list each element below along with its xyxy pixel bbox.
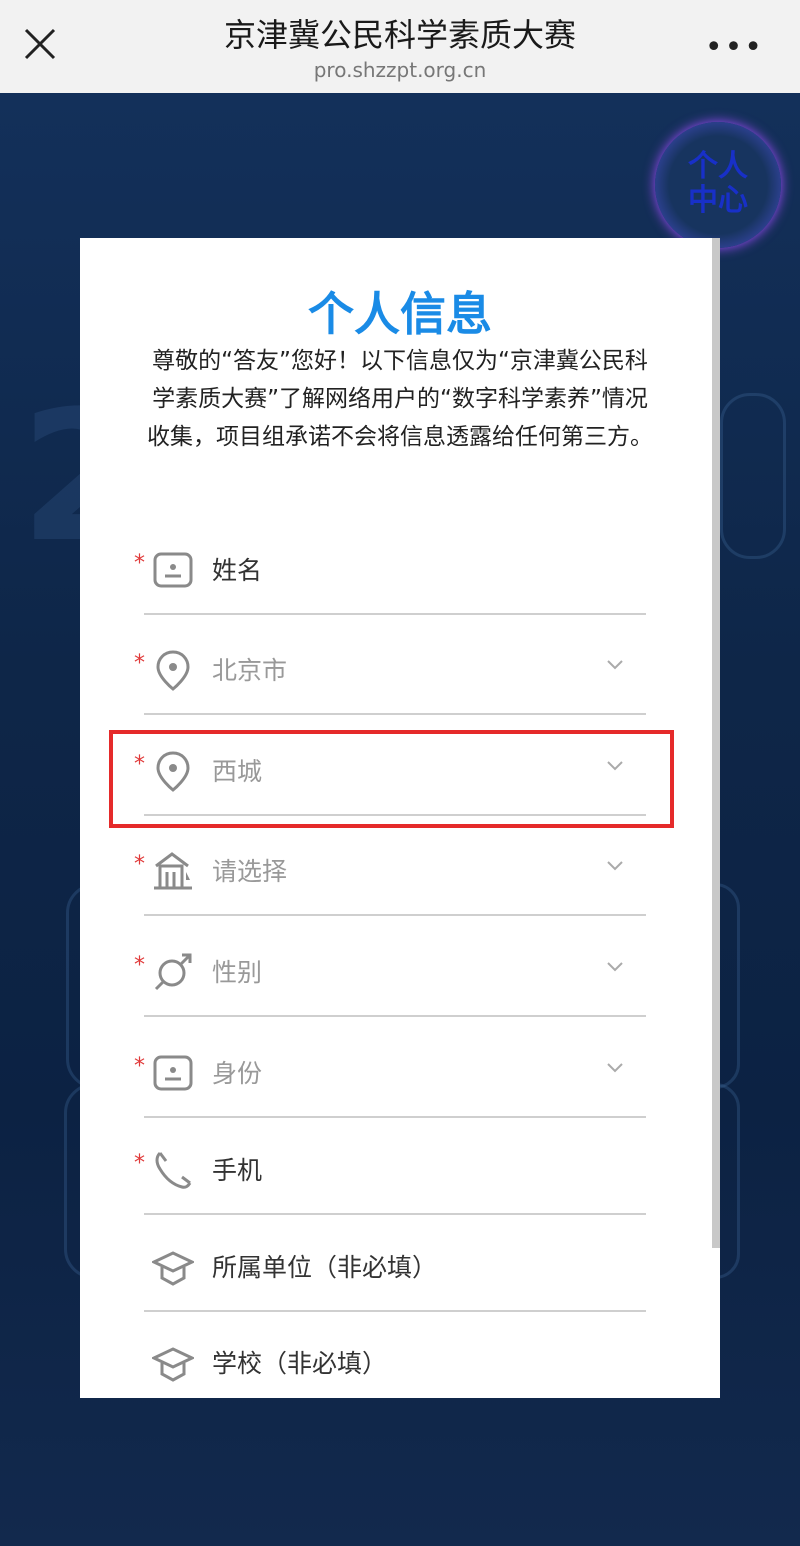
school-field[interactable]: 学校（非必填）	[130, 1328, 660, 1398]
gender-icon	[154, 953, 192, 991]
card-title: 个人信息	[308, 287, 492, 341]
gender-value: 性别	[212, 958, 263, 987]
name-field[interactable]: * 姓名	[130, 535, 660, 615]
divider	[144, 1015, 646, 1017]
id-card-icon	[153, 552, 193, 588]
intro-text: 尊敬的“答友”您好！以下信息仅为“京津冀公民科学素质大赛”了解网络用户的“数字科…	[147, 348, 653, 450]
id-card-icon	[153, 1055, 193, 1091]
phone-icon	[155, 1151, 192, 1189]
street-value: 请选择	[212, 857, 288, 886]
personal-center-label-2: 中心	[688, 183, 748, 218]
chevron-down-icon	[607, 660, 623, 670]
divider	[144, 613, 646, 615]
divider	[144, 1116, 646, 1118]
required-mark: *	[134, 852, 145, 877]
personal-center-button[interactable]: 个人 中心	[655, 122, 781, 248]
organization-label: 所属单位（非必填）	[212, 1253, 438, 1282]
page-url: pro.shzzpt.org.cn	[313, 58, 487, 82]
chevron-down-icon	[607, 1063, 623, 1073]
graduation-cap-icon	[152, 1251, 194, 1286]
required-mark: *	[134, 1151, 145, 1176]
province-value: 北京市	[212, 656, 288, 685]
required-mark: *	[134, 651, 145, 676]
chevron-down-icon	[607, 962, 623, 972]
background-decoration	[720, 393, 786, 559]
highlight-box	[109, 730, 674, 828]
scrollbar[interactable]	[712, 238, 720, 1248]
street-select[interactable]: * 请选择	[130, 836, 660, 916]
phone-label: 手机	[212, 1156, 263, 1185]
graduation-cap-icon	[152, 1347, 194, 1382]
page-title: 京津冀公民科学素质大赛	[223, 16, 576, 54]
organization-field[interactable]: 所属单位（非必填）	[130, 1232, 660, 1312]
building-icon	[154, 852, 192, 890]
personal-center-label-1: 个人	[688, 149, 748, 184]
name-label: 姓名	[212, 556, 263, 585]
divider	[144, 1213, 646, 1215]
identity-select[interactable]: * 身份	[130, 1038, 660, 1118]
divider	[144, 713, 646, 715]
required-mark: *	[134, 953, 145, 978]
more-options-button[interactable]: •••	[705, 30, 764, 65]
phone-field[interactable]: * 手机	[130, 1135, 660, 1215]
chevron-down-icon	[607, 861, 623, 871]
divider	[144, 914, 646, 916]
school-label: 学校（非必填）	[212, 1349, 388, 1378]
location-pin-icon	[156, 650, 190, 691]
divider	[144, 1310, 646, 1312]
browser-topbar: 京津冀公民科学素质大赛 pro.shzzpt.org.cn •••	[0, 0, 800, 93]
gender-select[interactable]: * 性别	[130, 937, 660, 1017]
province-select[interactable]: * 北京市	[130, 635, 660, 715]
required-mark: *	[134, 551, 145, 576]
required-mark: *	[134, 1054, 145, 1079]
identity-value: 身份	[212, 1059, 263, 1088]
